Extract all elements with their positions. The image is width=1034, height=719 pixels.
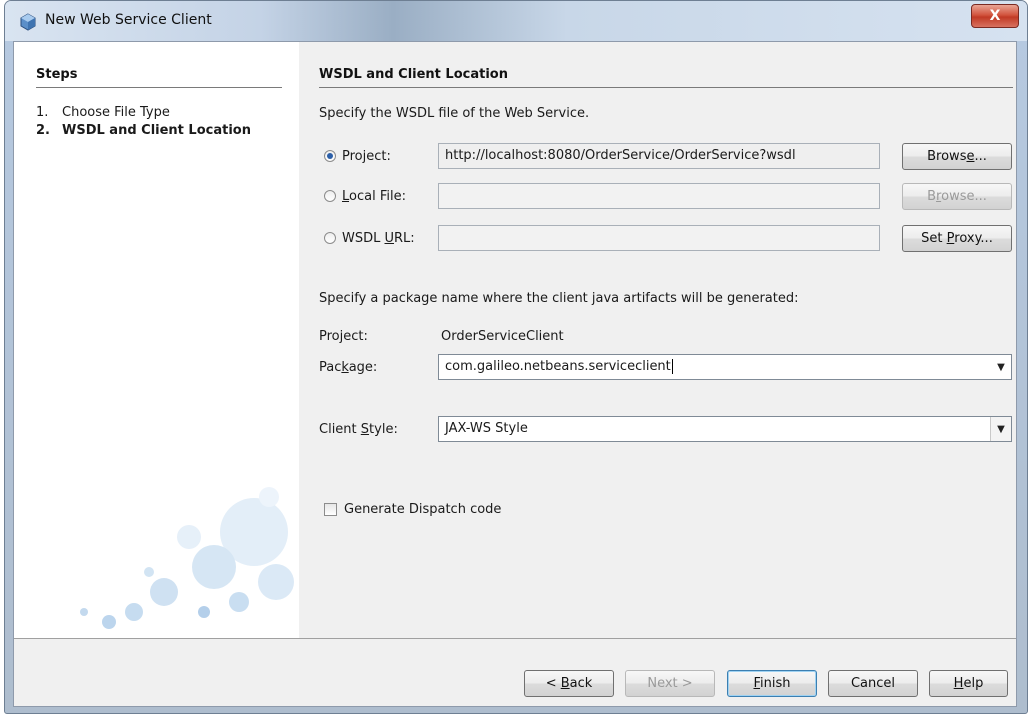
- cancel-button[interactable]: Cancel: [828, 670, 918, 697]
- project-radio-label: Project:: [342, 149, 391, 164]
- finish-button[interactable]: Finish: [727, 670, 817, 697]
- content-heading-rule: [319, 87, 1013, 88]
- local-file-radio[interactable]: [324, 190, 336, 202]
- step-number: 2.: [36, 123, 50, 138]
- text-caret: [671, 359, 673, 374]
- browse-local-label: Browse...: [927, 189, 987, 204]
- browse-project-button[interactable]: Browse...: [902, 143, 1012, 170]
- back-label-mnemonic: B: [560, 676, 570, 691]
- wsdl-intro-text: Specify the WSDL file of the Web Service…: [319, 106, 590, 121]
- close-icon: X: [989, 8, 1001, 24]
- close-button[interactable]: X: [971, 4, 1019, 28]
- wsdl-url-label-rest: RL:: [394, 231, 415, 246]
- project-name-value: OrderServiceClient: [441, 329, 564, 344]
- title-bar[interactable]: New Web Service Client X: [5, 1, 1027, 41]
- browse-project-label: Browse...: [927, 149, 987, 164]
- step-number: 1.: [36, 105, 49, 120]
- dialog-window: New Web Service Client X Steps 1. Choose …: [4, 0, 1028, 714]
- step-item-wsdl-client-location: 2. WSDL and Client Location: [36, 123, 251, 138]
- package-label-pre: Pac: [319, 360, 342, 375]
- steps-heading-rule: [36, 87, 282, 88]
- client-style-label-post: tyle:: [369, 422, 398, 437]
- project-label: Project:: [319, 329, 368, 344]
- browse-project-label-post: ...: [974, 149, 987, 164]
- chevron-down-icon[interactable]: ▼: [991, 355, 1011, 379]
- package-combobox[interactable]: com.galileo.netbeans.serviceclient ▼: [438, 354, 1012, 380]
- set-proxy-label-post: roxy...: [954, 231, 993, 246]
- wsdl-url-radio-label: WSDL URL:: [342, 231, 415, 246]
- finish-label-post: inish: [760, 676, 791, 691]
- wizard-content: WSDL and Client Location Specify the WSD…: [299, 42, 1016, 638]
- package-combobox-value: com.galileo.netbeans.serviceclient: [445, 359, 671, 374]
- browse-local-label-post: owse...: [941, 189, 987, 204]
- step-label: Choose File Type: [62, 105, 170, 120]
- generate-dispatch-label: Generate Dispatch code: [344, 502, 502, 517]
- client-style-label-pre: Client: [319, 422, 361, 437]
- content-heading: WSDL and Client Location: [319, 67, 508, 82]
- chevron-down-icon[interactable]: ▼: [990, 417, 1011, 441]
- local-file-label-rest: ocal File:: [349, 189, 406, 204]
- wsdl-url-radio[interactable]: [324, 232, 336, 244]
- next-button[interactable]: Next >: [625, 670, 715, 697]
- generate-dispatch-checkbox[interactable]: [324, 503, 337, 516]
- package-intro-text: Specify a package name where the client …: [319, 291, 799, 306]
- footer-separator: [14, 638, 1016, 639]
- wsdl-url-field[interactable]: [438, 225, 880, 251]
- set-proxy-button[interactable]: Set Proxy...: [902, 225, 1012, 252]
- help-label-post: elp: [963, 676, 984, 691]
- wsdl-url-label-mnemonic: U: [384, 231, 395, 246]
- local-file-radio-label: Local File:: [342, 189, 406, 204]
- step-label: WSDL and Client Location: [62, 123, 251, 138]
- decorative-bubbles-graphic: [80, 487, 294, 629]
- back-label-pre: <: [545, 676, 561, 691]
- local-file-label-mnemonic: L: [342, 189, 350, 204]
- dialog-body: Steps 1. Choose File Type 2. WSDL and Clie…: [13, 41, 1017, 707]
- local-file-field[interactable]: [438, 183, 880, 209]
- back-button[interactable]: < Back: [524, 670, 614, 697]
- client-style-value: JAX-WS Style: [445, 421, 528, 436]
- client-style-select[interactable]: JAX-WS Style ▼: [438, 416, 1012, 442]
- netbeans-cube-icon: [19, 13, 37, 31]
- project-wsdl-field[interactable]: http://localhost:8080/OrderService/Order…: [438, 143, 880, 169]
- back-label-post: ack: [569, 676, 593, 691]
- window-title: New Web Service Client: [45, 12, 212, 28]
- browse-project-label-pre: Brows: [927, 149, 967, 164]
- browse-local-file-button[interactable]: Browse...: [902, 183, 1012, 210]
- browse-local-label-pre: B: [927, 189, 937, 204]
- package-label: Package:: [319, 360, 377, 375]
- client-style-label-mnemonic: S: [360, 422, 370, 437]
- wsdl-url-label-pre: WSDL: [342, 231, 385, 246]
- steps-heading: Steps: [36, 67, 78, 82]
- client-style-label: Client Style:: [319, 422, 398, 437]
- help-label-mnemonic: H: [953, 676, 964, 691]
- set-proxy-label-pre: Set: [921, 231, 947, 246]
- set-proxy-label: Set Proxy...: [921, 231, 993, 246]
- step-item-choose-file-type: 1. Choose File Type: [36, 105, 170, 120]
- steps-panel: Steps 1. Choose File Type 2. WSDL and Clie…: [14, 42, 299, 638]
- package-label-mnemonic: k: [341, 360, 349, 375]
- package-label-post: age:: [348, 360, 378, 375]
- project-radio[interactable]: [324, 150, 336, 162]
- help-button[interactable]: Help: [929, 670, 1008, 697]
